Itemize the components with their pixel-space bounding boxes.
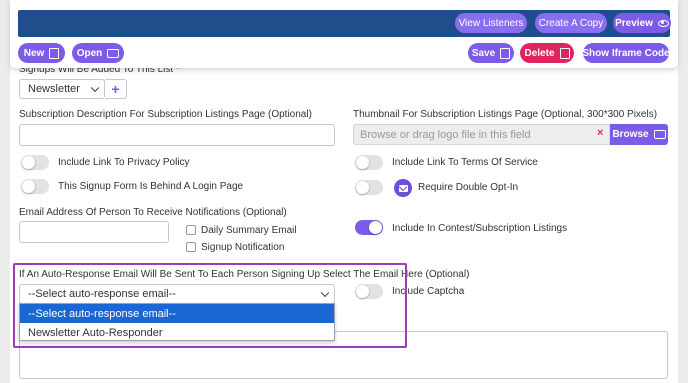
open-label: Open [76,47,103,59]
behind-login-toggle[interactable] [21,179,49,194]
top-navbar: View Listeners Create A Copy Preview [18,10,671,37]
daily-summary-checkbox[interactable] [186,225,196,235]
open-button[interactable]: Open [72,43,124,63]
subscription-description-input[interactable] [19,124,335,146]
create-copy-label: Create A Copy [538,17,604,29]
preview-button[interactable]: Preview [613,13,671,33]
double-optin-toggle[interactable] [355,180,383,195]
clear-thumbnail-icon[interactable]: × [597,127,603,139]
folder-open-icon [653,130,666,139]
double-optin-label: Require Double Opt-In [418,182,519,193]
save-label: Save [471,47,496,59]
right-gutter [678,0,688,383]
show-iframe-code-label: Show Iframe Code [582,47,670,59]
trash-icon [559,47,570,59]
envelope-icon [394,179,412,197]
list-select-value: Newsletter [28,83,80,95]
contest-listings-toggle[interactable] [355,220,383,235]
show-iframe-code-button[interactable]: Show Iframe Code [582,43,670,63]
new-label: New [23,47,45,59]
document-icon [49,47,60,59]
subscription-description-label: Subscription Description For Subscriptio… [19,109,312,120]
terms-of-service-label: Include Link To Terms Of Service [392,157,538,168]
list-select[interactable]: Newsletter [19,79,105,99]
view-listeners-label: View Listeners [458,17,524,29]
create-copy-button[interactable]: Create A Copy [535,13,607,33]
notification-email-label: Email Address Of Person To Receive Notif… [19,207,287,218]
add-list-button[interactable]: + [105,79,127,99]
new-button[interactable]: New [18,43,65,63]
behind-login-label: This Signup Form Is Behind A Login Page [58,181,244,192]
privacy-policy-toggle[interactable] [21,155,49,170]
thumbnail-file-input[interactable]: Browse or drag logo file in this field [353,124,610,145]
thumbnail-placeholder: Browse or drag logo file in this field [360,128,531,141]
highlight-annotation-box [13,263,407,348]
thumbnail-label: Thumbnail For Subscription Listings Page… [353,109,658,120]
daily-summary-label: Daily Summary Email [201,225,297,236]
delete-button[interactable]: Delete [520,43,574,63]
signup-notification-label: Signup Notification [201,242,285,253]
preview-label: Preview [615,17,653,29]
plus-icon: + [111,81,120,97]
left-gutter [0,0,10,383]
notification-email-input[interactable] [19,221,169,243]
browse-button[interactable]: Browse [610,124,668,145]
folder-open-icon [107,48,120,58]
delete-label: Delete [524,47,555,59]
view-listeners-button[interactable]: View Listeners [455,13,527,33]
save-icon [500,47,511,59]
browse-label: Browse [612,129,649,140]
privacy-policy-label: Include Link To Privacy Policy [58,157,190,168]
terms-of-service-toggle[interactable] [355,155,383,170]
contest-listings-label: Include In Contest/Subscription Listings [392,223,568,234]
chevron-down-icon [90,83,100,93]
eye-icon [657,19,669,27]
save-button[interactable]: Save [468,43,514,63]
signup-notification-checkbox[interactable] [186,242,196,252]
toolbar-card: View Listeners Create A Copy Preview New… [10,0,678,68]
